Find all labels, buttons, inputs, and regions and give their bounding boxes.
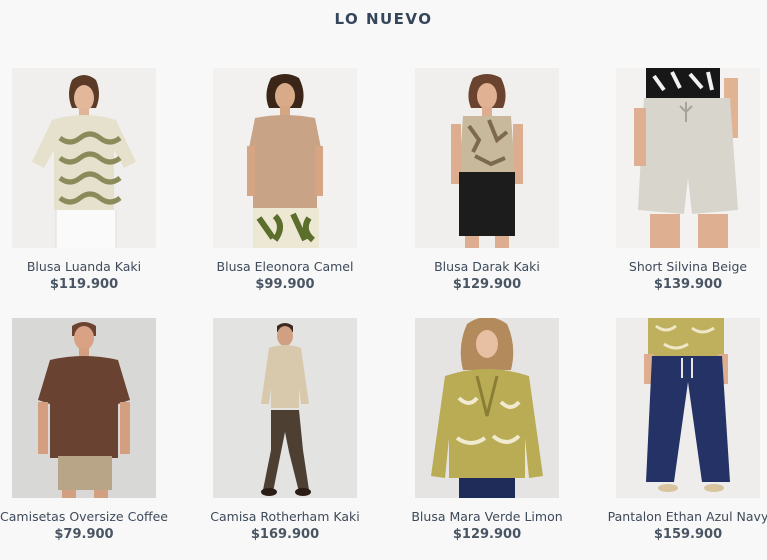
product-card[interactable]: Pantalon Ethan Azul Navy $159.900: [593, 318, 767, 542]
product-card[interactable]: Camisetas Oversize Coffee $79.900: [0, 318, 179, 542]
product-price: $129.900: [452, 527, 522, 542]
product-card[interactable]: Short Silvina Beige $139.900: [593, 68, 767, 292]
product-name[interactable]: Blusa Darak Kaki: [392, 259, 582, 274]
product-card[interactable]: Blusa Luanda Kaki $119.900: [0, 68, 179, 292]
product-name[interactable]: Short Silvina Beige: [593, 259, 767, 274]
product-price: $79.900: [54, 527, 114, 542]
product-price: $169.900: [250, 527, 320, 542]
product-name[interactable]: Camisa Rotherham Kaki: [190, 509, 380, 524]
product-grid: Blusa Luanda Kaki $119.900 Blusa Eleonor…: [0, 0, 767, 560]
product-image[interactable]: [12, 318, 156, 498]
product-image[interactable]: [616, 318, 760, 498]
product-card[interactable]: Blusa Mara Verde Limon $129.900: [392, 318, 582, 542]
product-image[interactable]: [12, 68, 156, 248]
product-image[interactable]: [213, 68, 357, 248]
product-name[interactable]: Pantalon Ethan Azul Navy: [593, 509, 767, 524]
product-price: $99.900: [255, 277, 315, 292]
product-name[interactable]: Blusa Eleonora Camel: [190, 259, 380, 274]
product-card[interactable]: Camisa Rotherham Kaki $169.900: [190, 318, 380, 542]
product-card[interactable]: Blusa Darak Kaki $129.900: [392, 68, 582, 292]
product-price: $129.900: [452, 277, 522, 292]
product-name[interactable]: Blusa Mara Verde Limon: [392, 509, 582, 524]
product-name[interactable]: Camisetas Oversize Coffee: [0, 509, 179, 524]
product-card[interactable]: Blusa Eleonora Camel $99.900: [190, 68, 380, 292]
product-name[interactable]: Blusa Luanda Kaki: [0, 259, 179, 274]
product-image[interactable]: [213, 318, 357, 498]
product-price: $139.900: [653, 277, 723, 292]
product-image[interactable]: [616, 68, 760, 248]
product-price: $159.900: [653, 527, 723, 542]
product-image[interactable]: [415, 68, 559, 248]
product-image[interactable]: [415, 318, 559, 498]
product-price: $119.900: [49, 277, 119, 292]
